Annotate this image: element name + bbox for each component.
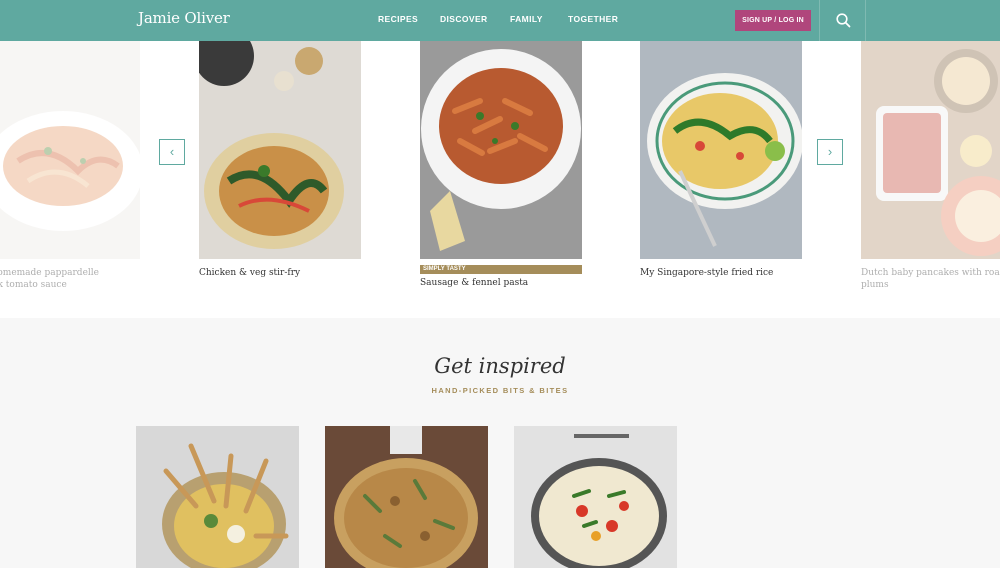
recipe-image	[640, 41, 802, 259]
inspired-tile-tomato-pan[interactable]	[514, 426, 677, 568]
inspired-tile-crumble-bake[interactable]	[325, 426, 488, 568]
nav-discover[interactable]: DISCOVER	[440, 14, 488, 24]
signup-login-button[interactable]: SIGN UP / LOG IN	[735, 10, 811, 31]
carousel-next-button[interactable]: ›	[817, 139, 843, 165]
chevron-left-icon: ‹	[169, 144, 175, 159]
nav-together[interactable]: TOGETHER	[568, 14, 618, 24]
recipe-caption: Sausage & fennel pasta	[420, 278, 529, 288]
recipe-card-fried-rice[interactable]: My Singapore-style fried rice	[640, 41, 802, 279]
recipe-image	[0, 41, 140, 259]
recipe-card-stir-fry[interactable]: Chicken & veg stir-fry	[199, 41, 361, 279]
recipe-caption: My Singapore-style fried rice	[640, 268, 774, 278]
search-button[interactable]	[819, 0, 866, 41]
simply-tasty-tag: SIMPLY TASTY	[420, 265, 582, 274]
site-logo[interactable]: Jamie Oliver	[138, 9, 230, 27]
recipe-caption: t's homemade pappardelle quick tomato sa…	[0, 268, 99, 290]
recipe-image	[420, 41, 582, 259]
carousel-prev-button[interactable]: ‹	[159, 139, 185, 165]
recipe-caption: Dutch baby pancakes with roaste plums	[861, 268, 1000, 290]
recipe-card-sausage-pasta[interactable]: SIMPLY TASTY Sausage & fennel pasta	[420, 41, 582, 289]
site-header: Jamie Oliver RECIPES DISCOVER FAMILY TOG…	[0, 0, 1000, 41]
section-title: Get inspired	[434, 354, 566, 378]
recipe-carousel: t's homemade pappardelle quick tomato sa…	[0, 41, 1000, 318]
nav-recipes[interactable]: RECIPES	[378, 14, 418, 24]
inspired-tile-parsnip-dish[interactable]	[136, 426, 299, 568]
recipe-caption: Chicken & veg stir-fry	[199, 268, 301, 278]
recipe-image	[199, 41, 361, 259]
search-icon	[836, 13, 851, 28]
recipe-card-dutch-baby[interactable]: Dutch baby pancakes with roaste plums	[861, 41, 1000, 291]
recipe-card-pappardelle[interactable]: t's homemade pappardelle quick tomato sa…	[0, 41, 140, 291]
section-subtitle: HAND-PICKED BITS & BITES	[431, 386, 569, 395]
recipe-image	[861, 41, 1000, 259]
nav-family[interactable]: FAMILY	[510, 14, 543, 24]
chevron-right-icon: ›	[827, 144, 833, 159]
